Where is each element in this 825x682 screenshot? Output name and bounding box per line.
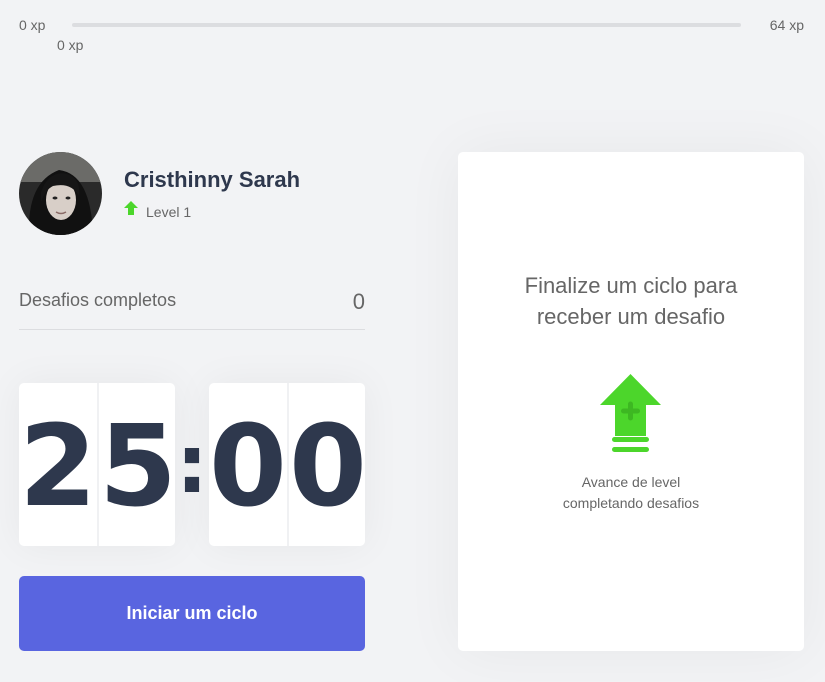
countdown-seconds: 0 0 (209, 383, 367, 546)
profile-level: Level 1 (124, 201, 191, 222)
level-up-icon (600, 374, 661, 461)
minute-digit-ones: 5 (97, 383, 177, 546)
second-digit-tens: 0 (209, 383, 288, 546)
completed-challenges: Desafios completos 0 (19, 287, 365, 330)
xp-current-label: 0 xp (57, 37, 84, 53)
level-label: Level 1 (146, 203, 192, 220)
xp-min-label: 0 xp (19, 17, 46, 33)
completed-challenges-count: 0 (352, 289, 365, 314)
xp-max-label: 64 xp (769, 17, 804, 33)
level-up-arrow-icon (124, 201, 138, 222)
challenge-box: Finalize um ciclo para receber um desafi… (458, 152, 804, 651)
second-digit-ones: 0 (287, 383, 367, 546)
countdown-minutes: 2 5 (19, 383, 177, 546)
challenge-box-hint: Avance de level completando desafios (562, 474, 700, 511)
countdown-separator: : (176, 418, 208, 511)
minute-digit-tens: 2 (19, 383, 98, 546)
profile-name: Cristhinny Sarah (124, 167, 301, 192)
challenge-box-title: Finalize um ciclo para receber um desafi… (524, 273, 738, 329)
start-cycle-button[interactable]: Iniciar um ciclo (19, 576, 365, 651)
avatar (19, 152, 102, 235)
completed-challenges-label: Desafios completos (19, 290, 177, 310)
experience-bar (72, 23, 741, 27)
